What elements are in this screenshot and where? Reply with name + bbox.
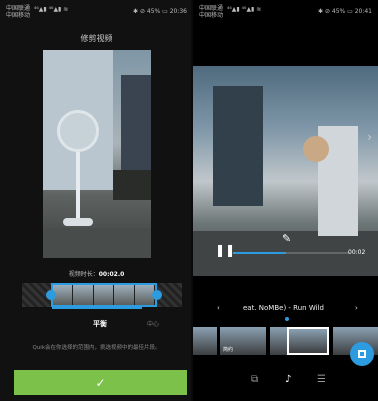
door	[213, 86, 263, 206]
signal-icons: ⁴⁶▲▮ ⁴⁶▲▮ ≋	[227, 6, 262, 13]
timeline-thumbnail	[73, 285, 94, 305]
duration-value: 00:02.0	[98, 271, 125, 278]
progress-fill	[233, 252, 286, 254]
table	[113, 170, 151, 200]
trim-selection[interactable]	[51, 283, 157, 307]
style-thumbnail[interactable]: 简约	[220, 327, 266, 355]
timeline-thumbnail	[93, 285, 115, 305]
page-indicator	[285, 317, 289, 321]
hint-text: Quik会在你选择的范围内，挑选视频中的最佳片段。	[32, 345, 161, 351]
trim-timeline[interactable]	[22, 283, 182, 307]
video-duration: 视频时长：00:02.0	[0, 269, 193, 278]
style-thumbnail[interactable]	[193, 327, 217, 355]
fan-base	[63, 218, 93, 226]
style-thumbnail-selected[interactable]	[287, 327, 329, 355]
style-icon[interactable]: ⧉	[251, 374, 258, 385]
sliders-icon[interactable]: ☰	[317, 374, 326, 385]
carrier-1: 中国联通	[199, 5, 224, 12]
video-editor-screen: 中国联通 中国移动 ⁴⁶▲▮ ⁴⁶▲▮ ≋ ✱ ⊘ 45% ▭ 20:41 › …	[193, 0, 378, 401]
duration-label: 视频时长：	[68, 271, 99, 278]
timeline-thumbnail	[53, 285, 74, 305]
fab-button[interactable]	[350, 342, 374, 366]
stop-icon	[358, 350, 366, 358]
music-title[interactable]: eat. NoMBe) - Run Wild	[243, 304, 324, 312]
carrier-1: 中国联通	[6, 5, 31, 12]
playback-progress[interactable]	[233, 252, 350, 254]
chevron-right-icon[interactable]: ›	[355, 304, 358, 312]
fan-pole	[76, 150, 80, 220]
pause-icon[interactable]: ❚❚	[215, 243, 235, 257]
carrier-2: 中国移动	[6, 12, 31, 19]
status-right: ✱ ⊘ 45% ▭ 20:41	[318, 8, 372, 15]
mode-balance[interactable]: 平衡	[93, 319, 107, 329]
status-bar: 中国联通 中国移动 ⁴⁶▲▮ ⁴⁶▲▮ ≋ ✱ ⊘ 45% ▭ 20:36	[0, 0, 193, 22]
lamp	[303, 136, 329, 162]
signal-icons: ⁴⁶▲▮ ⁴⁶▲▮ ≋	[34, 6, 69, 13]
confirm-button[interactable]: ✓	[14, 370, 187, 395]
music-note-icon[interactable]: ♪	[285, 374, 291, 385]
mode-center[interactable]: 中心	[147, 319, 159, 328]
chevron-left-icon[interactable]: ‹	[217, 304, 220, 312]
timecode: 00:02	[348, 249, 366, 256]
status-right: ✱ ⊘ 45% ▭ 20:36	[133, 8, 187, 15]
fan-head	[57, 110, 99, 152]
video-preview	[43, 50, 151, 258]
page-title: 修剪视频	[80, 34, 113, 43]
trim-start-handle[interactable]	[46, 290, 56, 300]
trim-video-screen: 中国联通 中国移动 ⁴⁶▲▮ ⁴⁶▲▮ ≋ ✱ ⊘ 45% ▭ 20:36 修剪…	[0, 0, 193, 401]
chevron-right-icon[interactable]: ›	[367, 130, 372, 144]
checkmark-icon: ✓	[95, 375, 106, 390]
carrier-info: 中国联通 中国移动	[6, 5, 30, 19]
pencil-icon[interactable]: ✎	[282, 232, 291, 245]
selection-indicator	[52, 307, 142, 309]
timeline-thumbnail	[114, 285, 135, 305]
carrier-2: 中国移动	[199, 12, 224, 19]
floor	[43, 228, 151, 258]
door	[121, 75, 151, 170]
status-bar: 中国联通 中国移动 ⁴⁶▲▮ ⁴⁶▲▮ ≋ ✱ ⊘ 45% ▭ 20:41	[193, 0, 378, 22]
bottom-tabs: ⧉ ♪ ☰	[193, 374, 378, 392]
style-label: 简约	[223, 347, 234, 353]
carrier-info: 中国联通 中国移动	[199, 5, 223, 19]
trim-end-handle[interactable]	[152, 290, 162, 300]
